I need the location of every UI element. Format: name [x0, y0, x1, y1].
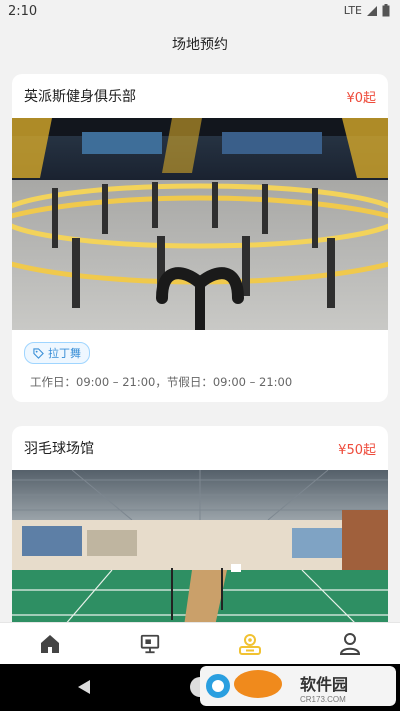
back-icon[interactable] [76, 679, 92, 695]
venue-price: ¥50起 [338, 442, 376, 458]
watermark-logo: 软件园 CR173.COM [200, 666, 396, 706]
tab-booking[interactable] [200, 623, 300, 664]
booking-icon [239, 633, 261, 655]
venue-name: 羽毛球场馆 [24, 441, 94, 457]
venue-photo[interactable] [12, 470, 388, 622]
tag-icon [33, 347, 44, 359]
venue-card-header: 英派斯健身俱乐部 ¥0起 [12, 74, 388, 118]
venue-tag: 拉丁舞 [24, 342, 90, 364]
venue-card-header: 羽毛球场馆 ¥50起 [12, 426, 388, 470]
page-title: 场地预约 [172, 37, 228, 53]
tab-profile[interactable] [300, 623, 400, 664]
home-icon [41, 634, 59, 653]
venue-name: 英派斯健身俱乐部 [24, 89, 136, 105]
venue-tag-label: 拉丁舞 [48, 347, 81, 360]
venue-list[interactable]: 英派斯健身俱乐部 ¥0起 拉丁舞 工作日：09:00 – 21:00，节假日：0… [0, 64, 400, 622]
signal-icon [367, 5, 377, 16]
svg-text:软件园: 软件园 [300, 675, 348, 694]
tab-home[interactable] [0, 623, 100, 664]
tab-venues[interactable] [100, 623, 200, 664]
status-bar: 2:10 LTE [0, 0, 400, 24]
user-icon [339, 632, 361, 655]
network-label: LTE [343, 4, 362, 17]
battery-icon [382, 4, 390, 17]
status-time: 2:10 [8, 4, 38, 19]
venue-card[interactable]: 羽毛球场馆 ¥50起 [12, 426, 388, 622]
venue-price: ¥0起 [346, 90, 376, 106]
venue-board-icon [140, 634, 160, 653]
venue-tags: 拉丁舞 [12, 330, 388, 364]
venue-hours: 工作日：09:00 – 21:00，节假日：09:00 – 21:00 [30, 375, 293, 389]
bottom-tab-bar [0, 622, 400, 664]
venue-card[interactable]: 英派斯健身俱乐部 ¥0起 拉丁舞 工作日：09:00 – 21:00，节假日：0… [12, 74, 388, 402]
app-header: 场地预约 [0, 24, 400, 64]
venue-photo[interactable] [12, 118, 388, 330]
status-icons: LTE [344, 4, 390, 17]
svg-text:CR173.COM: CR173.COM [300, 695, 346, 704]
